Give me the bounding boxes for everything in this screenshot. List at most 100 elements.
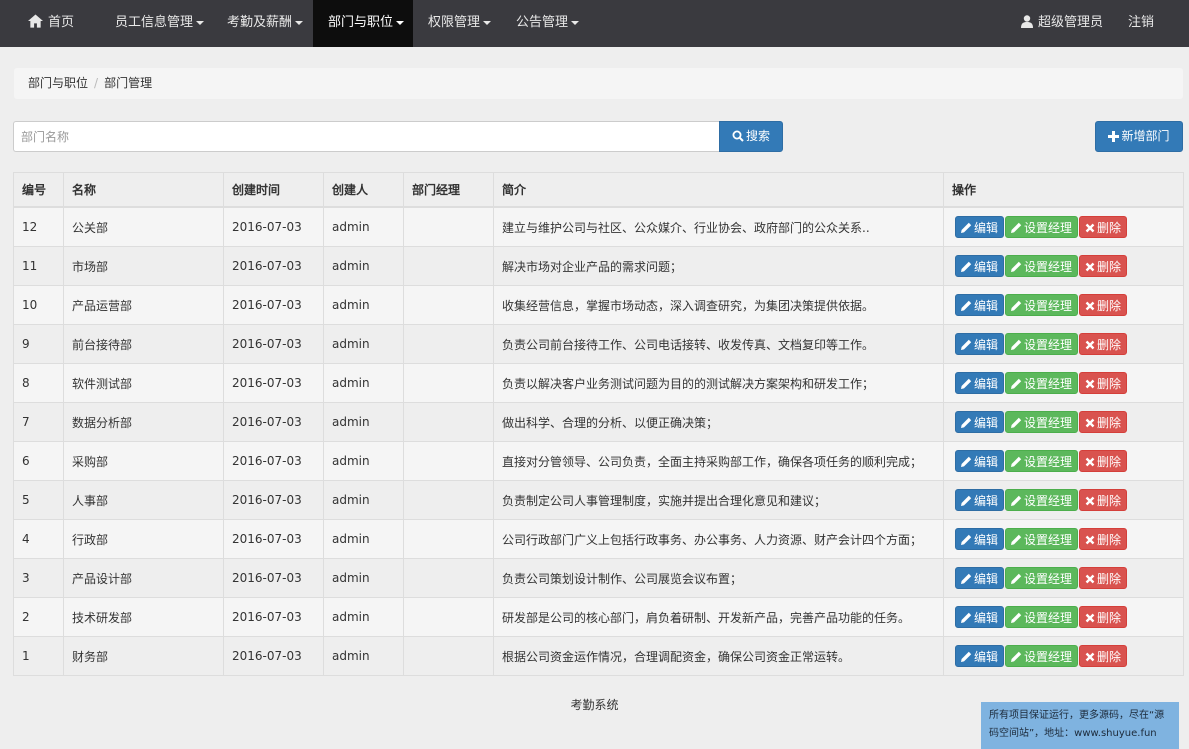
- edit-button[interactable]: 编辑: [955, 372, 1005, 394]
- nav-menu-employee[interactable]: 员工信息管理: [115, 0, 205, 47]
- pencil-icon: [961, 378, 972, 389]
- cell-actions: 编辑 设置经理 删除: [943, 402, 1184, 442]
- set-manager-button[interactable]: 设置经理: [1005, 411, 1079, 433]
- nav-menu-department[interactable]: 部门与职位: [313, 0, 413, 47]
- set-manager-button[interactable]: 设置经理: [1005, 294, 1079, 316]
- delete-button[interactable]: 删除: [1079, 255, 1128, 277]
- set-manager-button[interactable]: 设置经理: [1005, 450, 1079, 472]
- edit-button[interactable]: 编辑: [955, 294, 1005, 316]
- set-manager-label: 设置经理: [1024, 494, 1073, 508]
- set-manager-button[interactable]: 设置经理: [1005, 606, 1079, 628]
- caret-down-icon: [483, 20, 492, 25]
- nav-menu-permission[interactable]: 权限管理: [428, 0, 492, 47]
- edit-button[interactable]: 编辑: [955, 567, 1005, 589]
- edit-button[interactable]: 编辑: [955, 255, 1005, 277]
- nav-menu-notice[interactable]: 公告管理: [516, 0, 580, 47]
- set-manager-button[interactable]: 设置经理: [1005, 372, 1079, 394]
- breadcrumb: 部门与职位 / 部门管理: [14, 68, 1183, 99]
- edit-button[interactable]: 编辑: [955, 216, 1005, 238]
- cell-name: 产品运营部: [63, 285, 224, 325]
- set-manager-label: 设置经理: [1024, 611, 1073, 625]
- set-manager-button[interactable]: 设置经理: [1005, 645, 1079, 667]
- table-row: 11 市场部 2016-07-03 admin 解决市场对企业产品的需求问题； 编辑 设置经…: [13, 246, 1184, 286]
- remove-icon: [1085, 496, 1095, 506]
- edit-button[interactable]: 编辑: [955, 333, 1005, 355]
- search-input[interactable]: [13, 121, 719, 152]
- nav-home[interactable]: 首页: [28, 0, 74, 47]
- delete-button[interactable]: 删除: [1079, 372, 1128, 394]
- edit-button[interactable]: 编辑: [955, 645, 1005, 667]
- logout-link[interactable]: 注销: [1128, 0, 1154, 47]
- delete-button[interactable]: 删除: [1079, 216, 1128, 238]
- set-manager-button[interactable]: 设置经理: [1005, 567, 1079, 589]
- remove-icon: [1085, 574, 1095, 584]
- cell-id: 1: [13, 636, 64, 676]
- delete-button[interactable]: 删除: [1079, 528, 1128, 550]
- user-name: 超级管理员: [1038, 15, 1104, 30]
- cell-created: 2016-07-03: [223, 324, 324, 364]
- header-creator: 创建人: [323, 172, 404, 208]
- cell-actions: 编辑 设置经理 删除: [943, 246, 1184, 286]
- header-id: 编号: [13, 172, 64, 208]
- set-manager-button[interactable]: 设置经理: [1005, 333, 1079, 355]
- delete-button[interactable]: 删除: [1079, 450, 1128, 472]
- header-name: 名称: [63, 172, 224, 208]
- pencil-icon: [1011, 300, 1022, 311]
- set-manager-button[interactable]: 设置经理: [1005, 528, 1079, 550]
- set-manager-button[interactable]: 设置经理: [1005, 255, 1079, 277]
- nav-menu-attendance[interactable]: 考勤及薪酬: [227, 0, 304, 47]
- remove-icon: [1085, 379, 1095, 389]
- search-button[interactable]: 搜索: [719, 121, 783, 152]
- edit-label: 编辑: [974, 572, 999, 586]
- remove-icon: [1085, 301, 1095, 311]
- cell-creator: admin: [323, 246, 404, 286]
- cell-manager: [403, 206, 494, 247]
- nav-user[interactable]: 超级管理员: [1021, 0, 1103, 47]
- delete-button[interactable]: 删除: [1079, 567, 1128, 589]
- delete-label: 删除: [1097, 260, 1122, 274]
- breadcrumb-item-parent[interactable]: 部门与职位: [28, 76, 88, 90]
- cell-creator: admin: [323, 363, 404, 403]
- delete-button[interactable]: 删除: [1079, 411, 1128, 433]
- cell-name: 前台接待部: [63, 324, 224, 364]
- set-manager-button[interactable]: 设置经理: [1005, 489, 1079, 511]
- pencil-icon: [961, 417, 972, 428]
- cell-actions: 编辑 设置经理 删除: [943, 324, 1184, 364]
- cell-desc: 负责制定公司人事管理制度，实施并提出合理化意见和建议；: [493, 480, 944, 520]
- table-row: 1 财务部 2016-07-03 admin 根据公司资金运作情况，合理调配资金，确保公…: [13, 636, 1184, 676]
- delete-button[interactable]: 删除: [1079, 333, 1128, 355]
- set-manager-label: 设置经理: [1024, 377, 1073, 391]
- edit-button[interactable]: 编辑: [955, 489, 1005, 511]
- delete-button[interactable]: 删除: [1079, 645, 1128, 667]
- set-manager-button[interactable]: 设置经理: [1005, 216, 1079, 238]
- cell-creator: admin: [323, 285, 404, 325]
- cell-created: 2016-07-03: [223, 402, 324, 442]
- cell-id: 12: [13, 206, 64, 247]
- cell-id: 2: [13, 597, 64, 637]
- edit-button[interactable]: 编辑: [955, 411, 1005, 433]
- pencil-icon: [961, 339, 972, 350]
- edit-button[interactable]: 编辑: [955, 450, 1005, 472]
- cell-creator: admin: [323, 324, 404, 364]
- cell-manager: [403, 558, 494, 598]
- delete-button[interactable]: 删除: [1079, 489, 1128, 511]
- add-department-button[interactable]: 新增部门: [1095, 121, 1183, 152]
- delete-button[interactable]: 删除: [1079, 606, 1128, 628]
- cell-created: 2016-07-03: [223, 597, 324, 637]
- edit-label: 编辑: [974, 455, 999, 469]
- table-row: 10 产品运营部 2016-07-03 admin 收集经营信息，掌握市场动态，深入调查…: [13, 285, 1184, 325]
- edit-button[interactable]: 编辑: [955, 528, 1005, 550]
- cell-desc: 做出科学、合理的分析、以便正确决策；: [493, 402, 944, 442]
- user-icon: [1021, 15, 1033, 28]
- remove-icon: [1085, 340, 1095, 350]
- cell-manager: [403, 519, 494, 559]
- cell-name: 产品设计部: [63, 558, 224, 598]
- edit-label: 编辑: [974, 416, 999, 430]
- remove-icon: [1085, 613, 1095, 623]
- delete-button[interactable]: 删除: [1079, 294, 1128, 316]
- nav-menu-label: 员工信息管理: [115, 15, 194, 30]
- edit-button[interactable]: 编辑: [955, 606, 1005, 628]
- header-desc: 简介: [493, 172, 944, 208]
- edit-label: 编辑: [974, 260, 999, 274]
- delete-label: 删除: [1097, 650, 1122, 664]
